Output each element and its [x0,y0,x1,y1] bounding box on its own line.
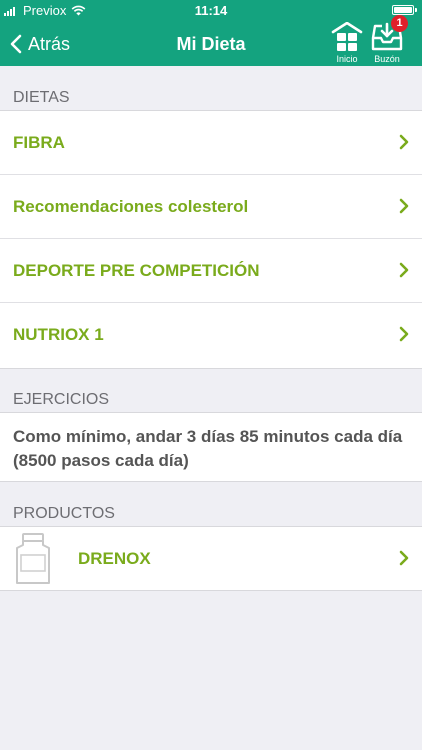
chevron-left-icon [10,34,22,54]
product-item-drenox[interactable]: DRENOX [0,527,422,591]
nav-bar: Atrás Mi Dieta Inicio 1 Buzón [0,15,422,66]
diet-item-fibra[interactable]: FIBRA [0,111,422,175]
diet-item-colesterol[interactable]: Recomendaciones colesterol [0,175,422,239]
app-header: Previox 11:14 Atrás Mi Dieta Inicio 1 Bu… [0,0,422,66]
inbox-badge: 1 [391,15,408,32]
battery-icon [392,5,417,15]
inbox-label: Buzón [374,54,400,64]
page-title: Mi Dieta [176,34,246,54]
screen: Previox 11:14 Atrás Mi Dieta Inicio 1 Bu… [0,0,422,750]
section-header-dietas: DIETAS [13,89,70,106]
product-list: DRENOX [0,526,422,591]
chevron-right-icon [399,198,409,214]
back-label: Atrás [28,33,71,54]
diet-item-deporte[interactable]: DEPORTE PRE COMPETICIÓN [0,239,422,303]
chevron-right-icon [399,134,409,150]
status-time: 11:14 [194,3,228,18]
diet-item-label: DEPORTE PRE COMPETICIÓN [13,261,260,280]
status-bar: Previox 11:14 [0,0,422,22]
back-button[interactable]: Atrás [10,22,70,66]
chevron-right-icon [399,326,409,342]
diet-list: FIBRA Recomendaciones colesterol DEPORTE… [0,110,422,369]
home-button[interactable]: Inicio [326,22,368,66]
chevron-right-icon [399,262,409,278]
chevron-right-icon [399,550,409,566]
diet-item-label: Recomendaciones colesterol [13,197,249,216]
inbox-button[interactable]: 1 Buzón [366,15,408,66]
diet-item-label: FIBRA [13,133,65,152]
diet-item-label: NUTRIOX 1 [13,325,104,344]
diet-item-nutriox[interactable]: NUTRIOX 1 [0,303,422,367]
exercise-box: Como mínimo, andar 3 días 85 minutos cad… [0,412,422,482]
bottle-icon [16,533,50,584]
section-header-productos: PRODUCTOS [13,505,115,522]
home-label: Inicio [336,54,358,64]
section-header-ejercicios: EJERCICIOS [13,391,110,408]
home-icon [331,22,363,51]
exercise-text: Como mínimo, andar 3 días 85 minutos cad… [13,427,403,470]
product-item-label: DRENOX [78,549,151,568]
